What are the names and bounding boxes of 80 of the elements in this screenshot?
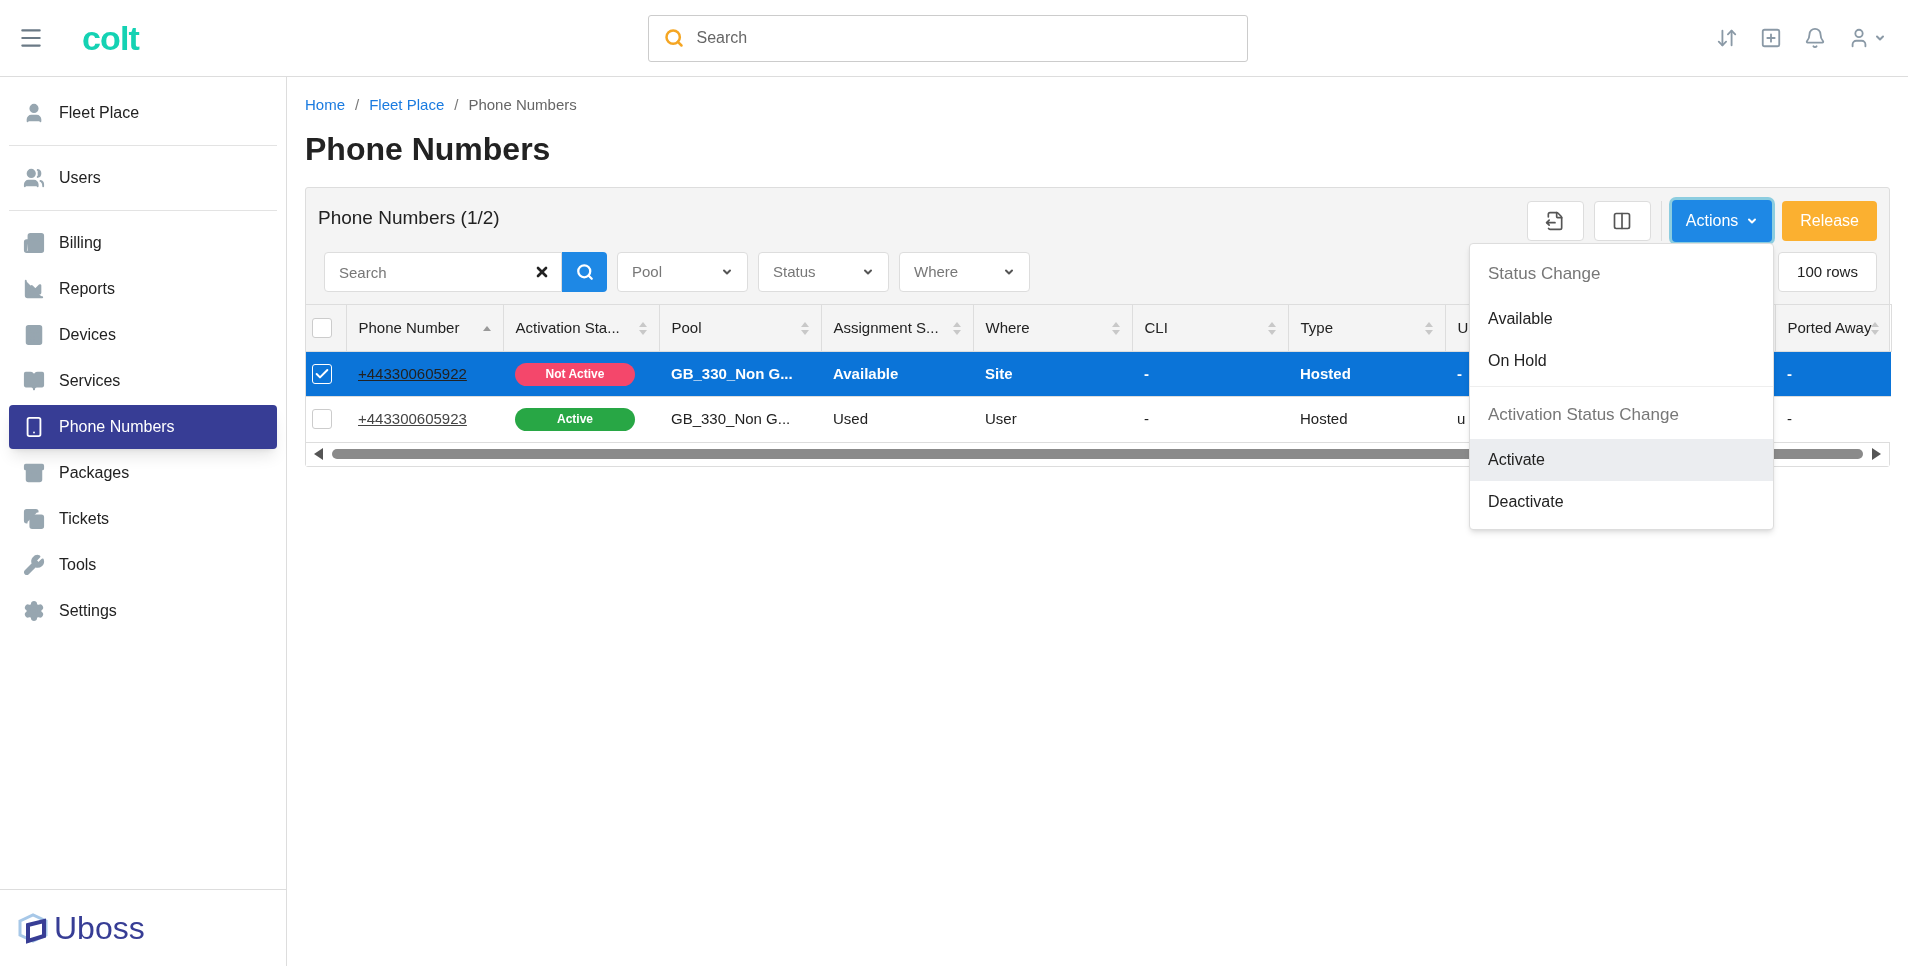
sidebar-item[interactable]: Phone Numbers <box>9 405 277 449</box>
breadcrumb-separator: / <box>355 94 360 115</box>
sidebar-item[interactable]: Users <box>9 156 277 200</box>
sidebar-item[interactable]: Devices <box>9 313 277 357</box>
checkbox[interactable] <box>312 318 332 338</box>
breadcrumb-link[interactable]: Home <box>305 93 345 117</box>
transfer-icon[interactable] <box>1716 27 1738 49</box>
menu-item[interactable]: Deactivate <box>1470 481 1773 523</box>
book-icon <box>23 370 45 392</box>
sidebar-item[interactable]: Reports <box>9 267 277 311</box>
export-icon <box>1545 211 1566 231</box>
table-search-field[interactable]: Search <box>324 252 562 292</box>
breadcrumb-link[interactable]: Fleet Place <box>369 93 445 117</box>
checkbox[interactable] <box>312 409 332 430</box>
sidebar-item[interactable]: Billing <box>9 221 277 265</box>
filter-select[interactable]: Pool <box>617 252 748 292</box>
search-icon <box>663 27 684 48</box>
table-cell: Used <box>833 410 869 427</box>
columns-button[interactable] <box>1593 201 1651 241</box>
sidebar-item[interactable]: Tools <box>9 543 277 587</box>
status-badge: Not Active <box>515 362 635 386</box>
table-cell: GB_330_Non G... <box>671 364 793 382</box>
status-badge: Active <box>515 407 635 431</box>
table-cell: u <box>1457 410 1466 427</box>
table-cell: - <box>1787 364 1792 382</box>
phone-number-link[interactable]: +443300605923 <box>358 410 467 427</box>
cube-icon <box>16 911 50 945</box>
table-cell: - <box>1144 364 1149 382</box>
menu-item[interactable]: Available <box>1470 298 1773 340</box>
sidebar-item[interactable]: Tickets <box>9 497 277 541</box>
page-title: Phone Numbers <box>305 130 552 169</box>
rows-select[interactable]: 100 rows <box>1778 252 1877 292</box>
table-cell: Hosted <box>1300 410 1348 427</box>
column-header[interactable]: Assignment S... <box>833 316 939 340</box>
table-cell: Site <box>985 364 1013 382</box>
menu-section-title: Activation Status Change <box>1487 404 1680 427</box>
filter-select[interactable]: Status <box>758 252 889 292</box>
scroll-left-icon[interactable] <box>314 448 324 460</box>
add-icon[interactable] <box>1760 27 1782 49</box>
table-cell: Available <box>833 364 899 382</box>
search-button[interactable] <box>562 252 607 292</box>
notification-icon[interactable] <box>1804 27 1826 49</box>
sidebar-item[interactable]: Packages <box>9 451 277 495</box>
settings-icon <box>23 600 45 622</box>
table-cell: GB_330_Non G... <box>671 410 791 427</box>
archive-icon <box>23 462 45 484</box>
uboss-logo: Uboss <box>54 909 145 948</box>
column-header[interactable]: Type <box>1300 316 1334 340</box>
columns-icon <box>1612 211 1633 231</box>
clear-icon[interactable] <box>534 264 550 280</box>
column-header[interactable]: CLI <box>1144 316 1168 340</box>
menu-item[interactable]: Activate <box>1470 439 1773 481</box>
menu-section-title: Status Change <box>1487 263 1602 286</box>
column-header[interactable]: Ported Away <box>1787 316 1872 340</box>
sidebar-item[interactable]: Settings <box>9 589 277 633</box>
column-header[interactable]: Phone Number <box>358 316 460 340</box>
wrench-icon <box>23 554 45 576</box>
column-header[interactable]: Where <box>985 316 1030 340</box>
actions-button[interactable]: Actions <box>1671 200 1773 242</box>
table-cell: - <box>1787 410 1792 427</box>
scroll-right-icon[interactable] <box>1871 448 1881 460</box>
table-cell: - <box>1457 364 1462 382</box>
search-icon <box>575 263 594 281</box>
table-cell: - <box>1144 410 1149 427</box>
sidebar-item[interactable]: Fleet Place <box>9 91 277 135</box>
menu-item[interactable]: On Hold <box>1470 340 1773 382</box>
search-field[interactable]: Search <box>647 14 1248 62</box>
export-button[interactable] <box>1526 201 1584 241</box>
column-header[interactable]: U <box>1457 316 1469 340</box>
breadcrumb-separator: / <box>454 94 459 115</box>
filter-select[interactable]: Where <box>899 252 1030 292</box>
copy-icon <box>23 508 45 530</box>
breadcrumb-current: Phone Numbers <box>468 94 577 115</box>
table-cell: User <box>985 410 1017 427</box>
column-header[interactable]: Activation Sta... <box>515 316 620 340</box>
column-header[interactable]: Pool <box>671 316 702 340</box>
sidebar-item[interactable]: Services <box>9 359 277 403</box>
people-icon <box>23 167 45 189</box>
card-title: Phone Numbers (1/2) <box>318 206 500 230</box>
table-cell: Hosted <box>1300 364 1351 382</box>
